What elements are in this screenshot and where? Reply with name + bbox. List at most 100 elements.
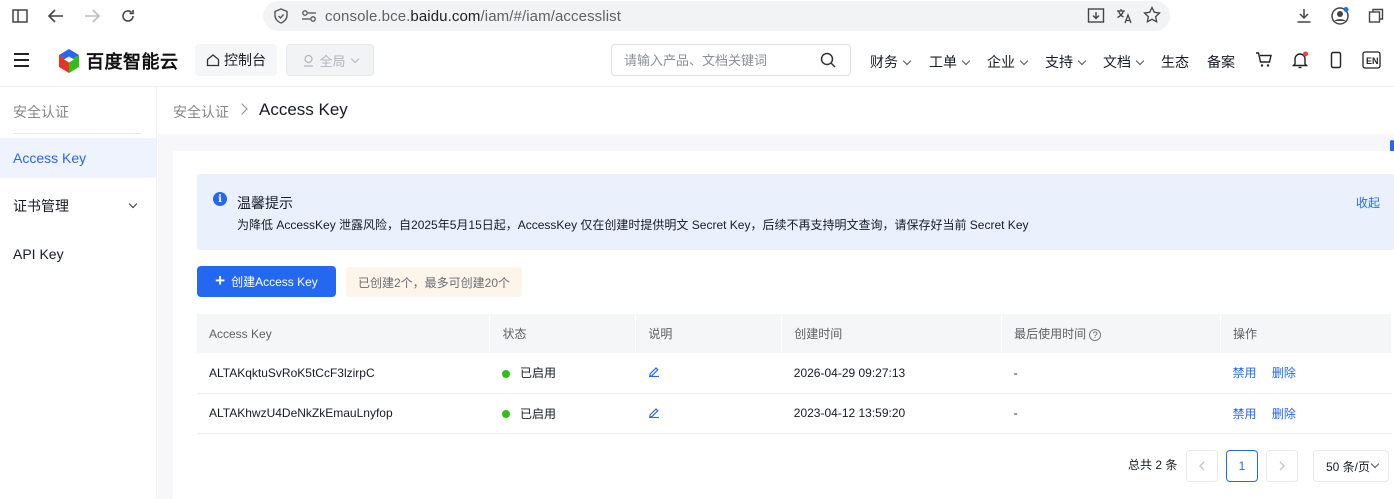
chevron-down-icon	[1135, 56, 1145, 65]
created-time-cell: 2023-04-12 13:59:20	[793, 406, 906, 420]
delete-button[interactable]: 删除	[1272, 407, 1296, 421]
table-row: ALTAKqktuSvRoK5tCcF3lzirpC 已启用 2026-04-2…	[197, 353, 1392, 393]
breadcrumb: 安全认证 Access Key	[158, 87, 1394, 134]
profile-icon[interactable]	[1328, 4, 1352, 28]
page-title: Access Key	[259, 100, 348, 119]
top-navigation: 百度智能云 控制台 全局 财务 工单 企业 支持 文档 生态 备案 EN	[0, 35, 1394, 87]
description-cell	[636, 353, 782, 393]
last-used-cell: -	[1013, 406, 1018, 420]
sidebar-toggle-icon[interactable]	[8, 4, 32, 28]
browser-toolbar: console.bce.baidu.com/iam/#/iam/accessli…	[0, 0, 1394, 33]
location-icon	[304, 54, 314, 67]
column-header-last-used: 最后使用时间?	[1001, 314, 1222, 353]
site-info-icon[interactable]	[273, 8, 289, 27]
page-size-select[interactable]: 50 条/页	[1313, 450, 1389, 482]
access-key-table: Access Key 状态 说明 创建时间 最后使用时间? 操作 ALTAKqk…	[197, 314, 1392, 434]
reload-icon[interactable]	[116, 4, 140, 28]
chevron-left-icon	[1199, 461, 1205, 471]
notice-banner: i 温馨提示 为降低 AccessKey 泄露风险，自2025年5月15日起，A…	[197, 174, 1394, 250]
mobile-icon[interactable]	[1327, 51, 1345, 69]
forward-icon[interactable]	[80, 4, 104, 28]
cart-icon[interactable]	[1255, 51, 1273, 69]
sidebar: 安全认证 Access Key 证书管理 API Key	[0, 87, 157, 499]
breadcrumb-parent[interactable]: 安全认证	[173, 102, 229, 122]
chevron-down-icon	[350, 54, 359, 63]
status-cell: 已启用	[490, 353, 636, 393]
svg-text:EN: EN	[1366, 56, 1379, 66]
chevron-right-icon	[236, 103, 248, 115]
notice-collapse-link[interactable]: 收起	[1356, 194, 1380, 211]
menu-icon[interactable]	[14, 53, 29, 67]
tune-icon[interactable]	[301, 9, 317, 26]
quota-info: 已创建2个，最多可创建20个	[346, 267, 523, 297]
status-dot-icon	[501, 410, 510, 419]
sidebar-item-api-key[interactable]: API Key	[0, 234, 157, 274]
edit-icon[interactable]	[648, 366, 660, 380]
region-selector[interactable]: 全局	[286, 44, 374, 76]
sidebar-item-certificates[interactable]: 证书管理	[0, 186, 157, 226]
plus-icon: +	[215, 270, 226, 290]
search-icon[interactable]	[820, 52, 836, 71]
next-page-button[interactable]	[1266, 450, 1298, 482]
search-input[interactable]	[624, 53, 814, 68]
install-app-icon[interactable]	[1087, 7, 1105, 28]
chevron-down-icon	[1019, 56, 1029, 65]
product-search[interactable]	[611, 44, 851, 76]
table-header-row: Access Key 状态 说明 创建时间 最后使用时间? 操作	[197, 314, 1392, 353]
nav-support[interactable]: 支持	[1045, 52, 1087, 72]
nav-docs[interactable]: 文档	[1103, 52, 1145, 72]
nav-ecosystem[interactable]: 生态	[1161, 52, 1189, 72]
console-button[interactable]: 控制台	[195, 44, 277, 76]
actions-cell: 禁用 删除	[1221, 393, 1392, 433]
chevron-down-icon	[128, 199, 138, 209]
actions-cell: 禁用 删除	[1221, 353, 1392, 393]
nav-ticket[interactable]: 工单	[929, 52, 971, 72]
access-key-cell: ALTAKqktuSvRoK5tCcF3lzirpC	[209, 365, 375, 380]
chevron-down-icon	[1077, 56, 1087, 65]
brand-logo[interactable]: 百度智能云	[58, 48, 179, 74]
help-icon[interactable]: ?	[1089, 328, 1102, 341]
brand-name: 百度智能云	[86, 52, 179, 72]
nav-enterprise[interactable]: 企业	[987, 52, 1029, 72]
sidebar-item-access-key[interactable]: Access Key	[0, 138, 157, 178]
page-button-current[interactable]: 1	[1226, 450, 1258, 482]
disable-button[interactable]: 禁用	[1233, 366, 1257, 380]
bookmark-star-icon[interactable]	[1143, 5, 1161, 27]
notice-body: 为降低 AccessKey 泄露风险，自2025年5月15日起，AccessKe…	[237, 218, 1029, 232]
status-cell: 已启用	[490, 393, 636, 433]
column-header-access-key: Access Key	[197, 314, 491, 353]
table-row: ALTAKhwzU4DeNkZkEmauLnyfop 已启用 2023-04-1…	[197, 393, 1392, 433]
column-header-actions: 操作	[1220, 314, 1392, 353]
create-access-key-button[interactable]: + 创建Access Key	[197, 266, 336, 297]
last-used-cell: -	[1013, 365, 1018, 380]
downloads-icon[interactable]	[1292, 4, 1316, 28]
notice-title: 温馨提示	[237, 195, 293, 211]
url-text[interactable]: console.bce.baidu.com/iam/#/iam/accessli…	[325, 8, 621, 25]
back-icon[interactable]	[44, 4, 68, 28]
disable-button[interactable]: 禁用	[1233, 407, 1257, 421]
info-icon: i	[213, 192, 227, 206]
edit-icon[interactable]	[648, 407, 660, 421]
notification-bell-icon[interactable]	[1291, 51, 1309, 69]
chevron-down-icon	[1370, 459, 1380, 469]
pagination-total: 总共 2 条	[1128, 458, 1178, 472]
prev-page-button[interactable]	[1186, 450, 1218, 482]
translate-icon[interactable]	[1115, 7, 1133, 28]
sidebar-divider	[13, 133, 141, 134]
nav-finance[interactable]: 财务	[870, 52, 912, 72]
nav-filing[interactable]: 备案	[1207, 52, 1235, 72]
delete-button[interactable]: 删除	[1272, 366, 1296, 380]
chevron-down-icon	[961, 56, 971, 65]
home-icon	[206, 54, 220, 67]
sidebar-header: 安全认证	[13, 104, 69, 120]
status-dot-icon	[501, 370, 510, 379]
language-switch-icon[interactable]: EN	[1362, 51, 1382, 69]
extensions-icon[interactable]	[1364, 4, 1388, 28]
baidu-cloud-logo-icon	[58, 49, 80, 73]
address-bar[interactable]: console.bce.baidu.com/iam/#/iam/accessli…	[263, 1, 1170, 31]
description-cell	[636, 393, 782, 433]
column-header-created: 创建时间	[781, 314, 1003, 353]
column-header-status: 状态	[489, 314, 637, 353]
created-time-cell: 2026-04-29 09:27:13	[793, 365, 906, 380]
content-card: i 温馨提示 为降低 AccessKey 泄露风险，自2025年5月15日起，A…	[173, 151, 1394, 499]
